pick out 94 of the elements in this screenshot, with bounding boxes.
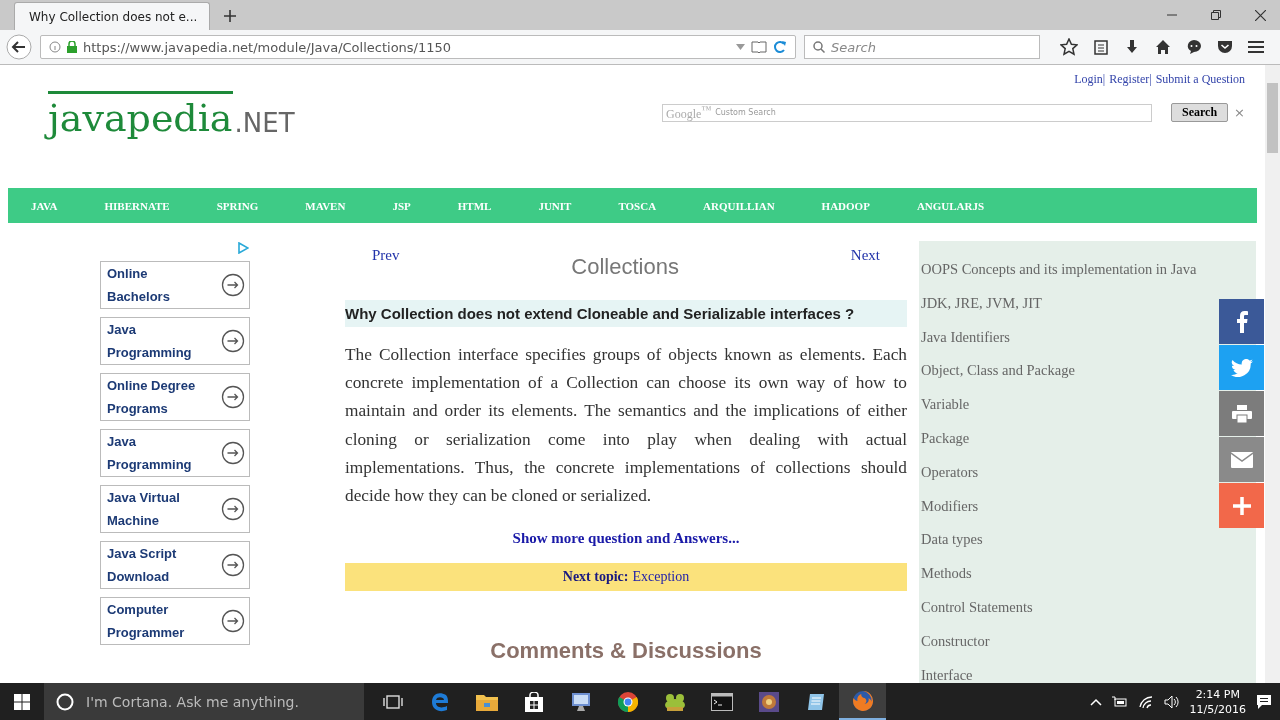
- clear-button[interactable]: ×: [1234, 105, 1245, 120]
- ad-link[interactable]: Java Programming: [100, 429, 250, 477]
- header-link[interactable]: Submit a Question: [1155, 72, 1245, 87]
- notepad-icon: [805, 691, 826, 712]
- back-icon[interactable]: [6, 34, 32, 60]
- custom-search-field[interactable]: Google$^{™}$ Custom Search: [662, 103, 1152, 122]
- browser-tab[interactable]: Why Collection does not e...: [14, 2, 210, 30]
- facebook-icon: [1235, 310, 1248, 333]
- ad-link[interactable]: Online Bachelors: [100, 261, 250, 309]
- star-icon[interactable]: [1060, 38, 1078, 56]
- home-icon[interactable]: [1155, 39, 1171, 55]
- sidebar-link[interactable]: Control Statements: [921, 598, 1033, 616]
- tab-title: Why Collection does not e...: [29, 9, 198, 24]
- lock-icon: [67, 41, 77, 53]
- ad-link[interactable]: Java Virtual Machine: [100, 485, 250, 533]
- dropdown-icon[interactable]: [736, 44, 745, 50]
- share-button[interactable]: [1219, 437, 1264, 482]
- arrow-circle-icon: [221, 441, 245, 465]
- battery-icon[interactable]: [1111, 695, 1128, 708]
- sidebar-link[interactable]: Interface: [921, 666, 973, 683]
- question-heading: Why Collection does not extend Cloneable and Serializable interfaces ?: [345, 300, 907, 327]
- next-topic-link[interactable]: Exception: [632, 569, 690, 586]
- sidebar-link[interactable]: JDK, JRE, JVM, JIT: [921, 294, 1042, 312]
- monitor-icon: [569, 691, 592, 712]
- search-button[interactable]: Search: [1171, 103, 1229, 122]
- search-field[interactable]: Search: [804, 35, 1040, 59]
- sidebar-link[interactable]: Variable: [921, 396, 970, 414]
- speaker-icon[interactable]: [1163, 694, 1180, 709]
- scrollbar[interactable]: [1265, 65, 1280, 683]
- comments-heading: Comments & Discussions: [489, 638, 763, 665]
- arrow-circle-icon: [221, 329, 245, 353]
- sidebar-link[interactable]: Java Identifiers: [921, 328, 1010, 346]
- next-link[interactable]: Next: [850, 247, 880, 264]
- close-icon[interactable]: [1255, 9, 1266, 21]
- plus-icon: [1232, 496, 1251, 515]
- windows-start-icon[interactable]: [14, 693, 30, 710]
- share-button[interactable]: [1219, 483, 1264, 528]
- reader-icon[interactable]: [751, 41, 767, 53]
- share-button[interactable]: [1219, 391, 1264, 436]
- task-view-icon: [382, 693, 403, 710]
- notification-icon[interactable]: [1256, 693, 1272, 710]
- share-button[interactable]: [1219, 345, 1264, 390]
- url-field[interactable]: https://www.javapedia.net/module/Java/Collections/1150: [40, 35, 796, 59]
- chevron-up-icon[interactable]: [1089, 697, 1102, 706]
- reload-icon[interactable]: [773, 40, 787, 54]
- header-link[interactable]: Login|: [1074, 72, 1106, 87]
- menu-icon[interactable]: [1248, 40, 1264, 54]
- clock-date[interactable]: 11/5/2016: [1189, 701, 1246, 717]
- terminal-icon: [710, 692, 733, 711]
- sidebar-link[interactable]: Modifiers: [921, 497, 979, 515]
- clock-time[interactable]: 2:14 PM: [1195, 686, 1240, 702]
- pocket-icon[interactable]: [1217, 39, 1233, 55]
- prev-link[interactable]: Prev: [372, 247, 400, 264]
- circle-icon: [56, 692, 74, 711]
- arrow-circle-icon: [221, 385, 245, 409]
- chrome-icon: [617, 691, 638, 712]
- sidebar-link[interactable]: Package: [921, 430, 970, 447]
- cortana-search-field[interactable]: I'm Cortana. Ask me anything.: [44, 683, 364, 720]
- folder-icon: [475, 692, 498, 711]
- ad-link[interactable]: Computer Programmer: [100, 597, 250, 645]
- chat-icon[interactable]: [1186, 39, 1202, 55]
- adchoices-icon[interactable]: [237, 242, 249, 254]
- page-title: Collections: [571, 254, 679, 280]
- sidebar-link[interactable]: Operators: [921, 463, 979, 481]
- next-topic-label: Next topic:: [562, 569, 629, 586]
- search-icon: [813, 41, 825, 53]
- sidebar-link[interactable]: Object, Class and Package: [921, 362, 1075, 380]
- sidebar-link[interactable]: OOPS Concepts and its implementation in Java: [921, 261, 1197, 278]
- sidebar-link[interactable]: Data types: [921, 531, 983, 549]
- show-more-link[interactable]: Show more question and Answers...: [512, 530, 740, 547]
- arrow-circle-icon: [221, 609, 245, 633]
- restore-icon[interactable]: [1211, 10, 1221, 20]
- shopping-bag-icon: [524, 691, 543, 712]
- ad-link[interactable]: Java Programming: [100, 317, 250, 365]
- answer-text: The Collection interface specifies groups of objects known as elements. Each concrete implementation of a Collection can choose its own way of how to maintain and order its elements. The semantics and the implications of either cloning or serialization come into play when dealing with actual implementations. Thus, the concrete implementations of collections should decide how they can be cloned or serialized.: [345, 344, 907, 507]
- wifi-icon[interactable]: [1137, 694, 1154, 709]
- header-link[interactable]: Register|: [1109, 72, 1152, 87]
- download-icon[interactable]: [1124, 39, 1140, 55]
- info-icon: [49, 41, 61, 53]
- ad-link[interactable]: Online Degree Programs: [100, 373, 250, 421]
- arrow-circle-icon: [221, 497, 245, 521]
- e-logo-icon: [429, 691, 450, 712]
- envelope-icon: [1230, 451, 1253, 468]
- bird-icon: [1230, 358, 1253, 377]
- new-tab-icon[interactable]: [224, 10, 236, 22]
- arrow-circle-icon: [221, 553, 245, 577]
- sidebar-link[interactable]: Constructor: [921, 632, 990, 650]
- printer-icon: [1231, 404, 1252, 423]
- clipboard-icon[interactable]: [1093, 39, 1109, 55]
- arrow-circle-icon: [221, 273, 245, 297]
- sidebar-link[interactable]: Methods: [921, 565, 972, 583]
- ad-link[interactable]: Java Script Download: [100, 541, 250, 589]
- share-button[interactable]: [1219, 299, 1264, 344]
- firefox-icon: [851, 689, 874, 712]
